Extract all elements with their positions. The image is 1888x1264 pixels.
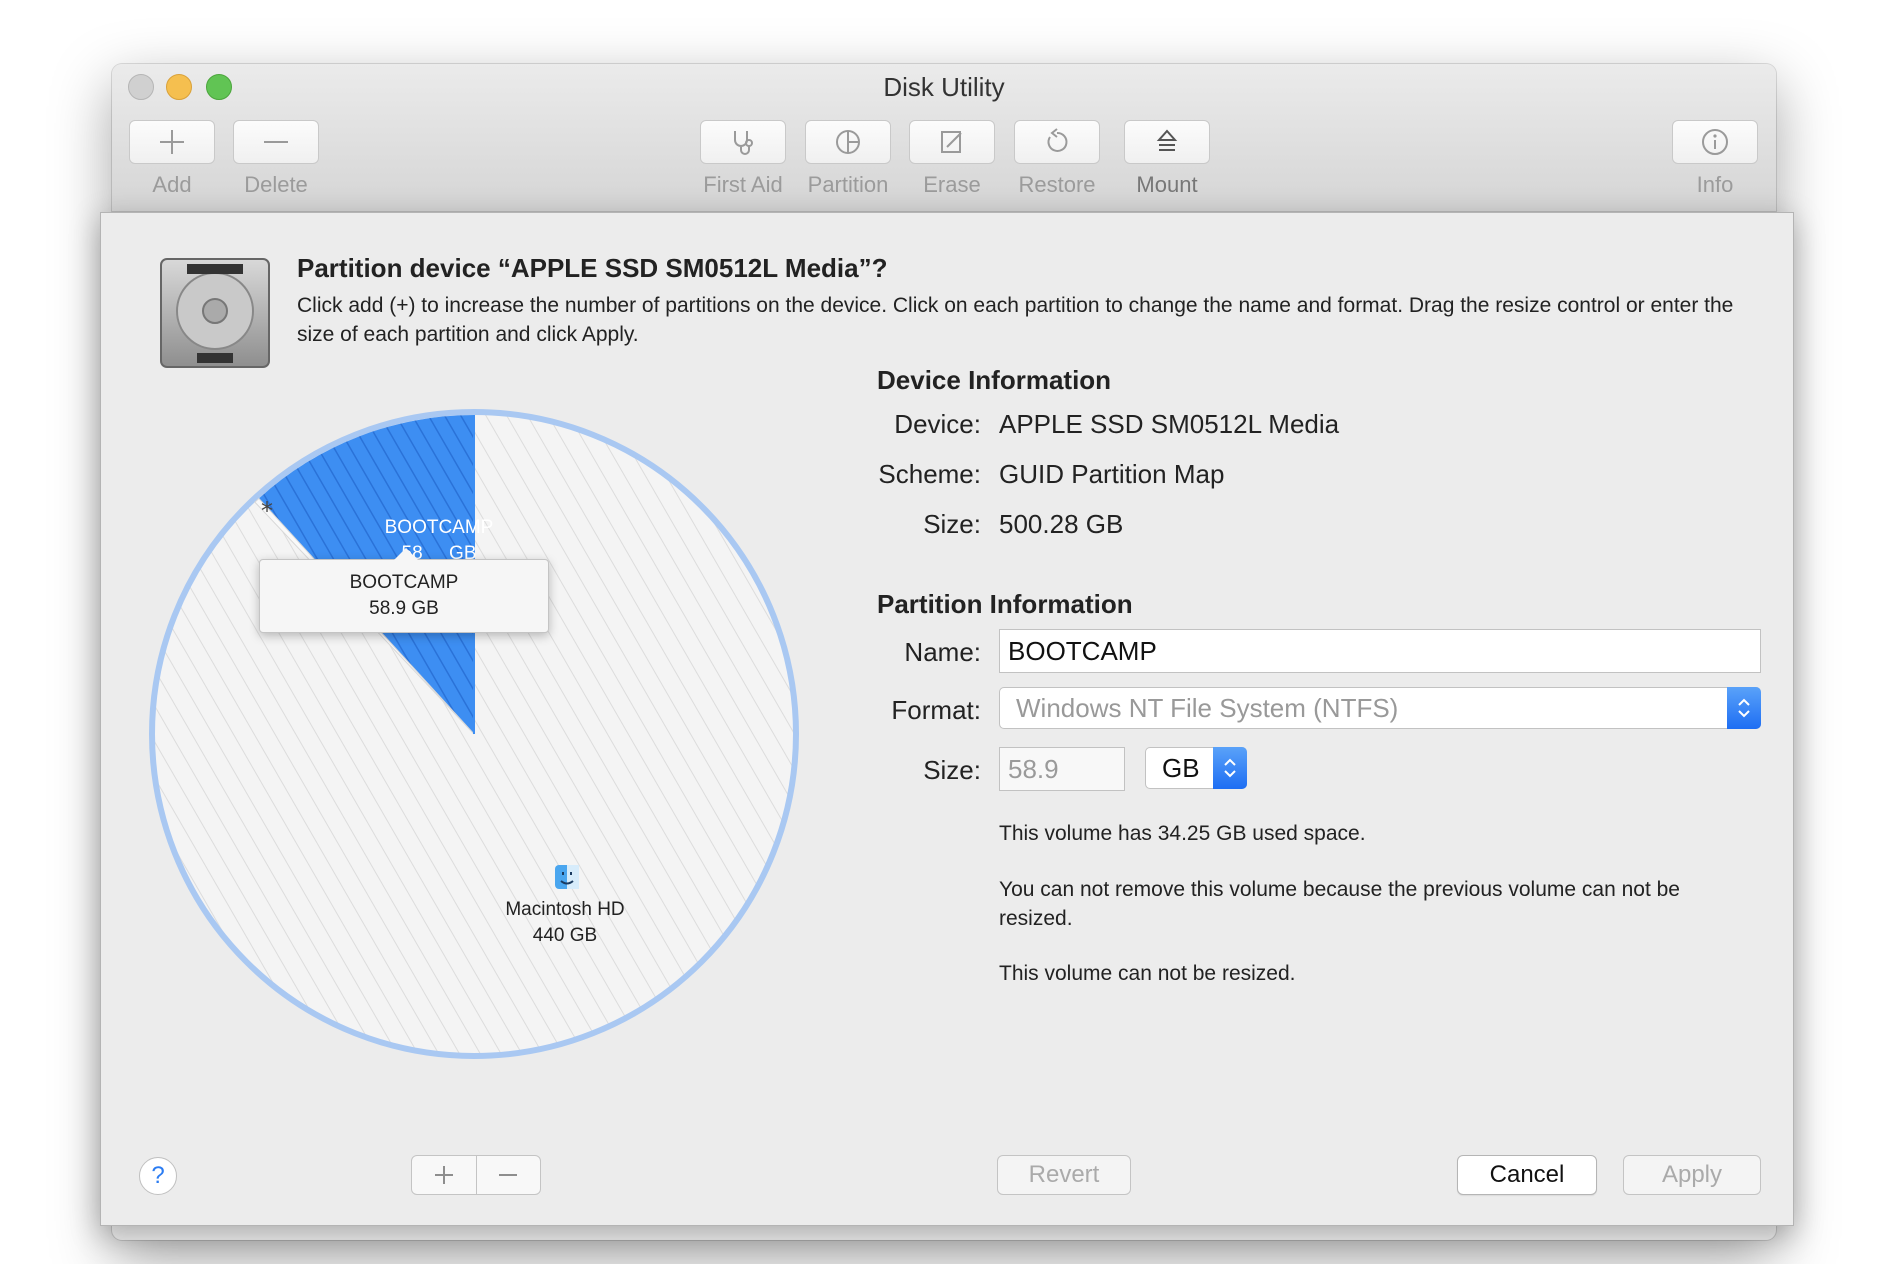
erase-label: Erase [923, 172, 981, 197]
cancel-button[interactable]: Cancel [1457, 1155, 1597, 1195]
add-partition-button[interactable] [412, 1156, 477, 1194]
add-label: Add [152, 172, 192, 197]
partition-tooltip: BOOTCAMP 58.9 GB [259, 548, 549, 633]
delete-volume-button[interactable] [233, 120, 319, 164]
used-space-note: This volume has 34.25 GB used space. [999, 822, 1366, 845]
sheet-description: Click add (+) to increase the number of … [297, 294, 1734, 346]
info-label: Info [1696, 172, 1734, 197]
free-space-marker: * [261, 497, 273, 525]
info-icon [1702, 129, 1728, 155]
device-size-label: Size: [923, 509, 981, 539]
add-volume-button[interactable] [129, 120, 215, 164]
delete-label: Delete [244, 172, 308, 197]
toolbar-partition[interactable]: Partition [805, 120, 891, 198]
help-button[interactable]: ? [139, 1157, 177, 1195]
info-button[interactable] [1672, 120, 1758, 164]
toolbar-mount[interactable]: Mount [1124, 120, 1210, 198]
partition-size-field[interactable]: 58.9 [999, 747, 1125, 791]
cannot-resize-note: This volume can not be resized. [999, 962, 1296, 985]
cannot-remove-note: You can not remove this volume because t… [999, 878, 1680, 930]
toolbar-info[interactable]: Info [1672, 120, 1758, 198]
partition-button[interactable] [805, 120, 891, 164]
device-info-heading: Device Information [877, 365, 1112, 395]
add-remove-partition-control [411, 1155, 541, 1195]
first-aid-button[interactable] [700, 120, 786, 164]
macintosh-hd-slice-label: Macintosh HD 440 GB [465, 897, 665, 949]
erase-icon [941, 131, 962, 153]
toolbar-add[interactable]: Add [129, 120, 215, 198]
window-title: Disk Utility [883, 72, 1005, 102]
format-value: Windows NT File System (NTFS) [1016, 693, 1399, 723]
scheme-value: GUID Partition Map [999, 459, 1225, 489]
title-bar: Disk Utility Add Delete First Aid Partit… [112, 64, 1776, 212]
macintosh-hd-slice-name: Macintosh HD [505, 899, 625, 920]
erase-button[interactable] [909, 120, 995, 164]
scheme-label: Scheme: [878, 459, 981, 489]
format-label: Format: [891, 695, 981, 725]
sheet-title: Partition device “APPLE SSD SM0512L Medi… [297, 253, 888, 283]
toolbar-delete[interactable]: Delete [233, 120, 319, 198]
toolbar-erase[interactable]: Erase [909, 120, 995, 198]
mount-icon [1156, 129, 1178, 151]
remove-partition-button[interactable] [477, 1156, 541, 1194]
updown-arrows-icon [1727, 687, 1761, 729]
bootcamp-slice-name: BOOTCAMP [384, 517, 494, 538]
partition-name-field[interactable]: BOOTCAMP [999, 629, 1761, 673]
restore-icon [1047, 128, 1068, 152]
size-unit-popup[interactable]: GB [1145, 747, 1247, 789]
partition-pie-chart[interactable]: * [149, 409, 799, 1059]
mount-label: Mount [1136, 172, 1198, 197]
restore-button[interactable] [1014, 120, 1100, 164]
device-size-value: 500.28 GB [999, 509, 1124, 539]
minus-icon [264, 141, 288, 143]
partition-sheet: Partition device “APPLE SSD SM0512L Medi… [100, 212, 1794, 1226]
unit-updown-arrows-icon [1213, 747, 1247, 789]
toolbar-first-aid[interactable]: First Aid [700, 120, 786, 198]
plus-icon [434, 1166, 453, 1184]
mount-button[interactable] [1124, 120, 1210, 164]
finder-icon [555, 865, 579, 889]
partition-icon [836, 130, 860, 154]
revert-button[interactable]: Revert [997, 1155, 1131, 1195]
apply-button[interactable]: Apply [1623, 1155, 1761, 1195]
first-aid-label: First Aid [703, 172, 783, 197]
partition-info-heading: Partition Information [877, 589, 1133, 619]
plus-icon [160, 130, 184, 154]
name-label: Name: [904, 637, 981, 667]
tooltip-size: 58.9 GB [369, 598, 439, 619]
macintosh-hd-slice-size: 440 GB [532, 925, 598, 946]
minus-icon [499, 1174, 518, 1176]
stethoscope-icon [734, 131, 753, 155]
partition-size-label: Size: [923, 755, 981, 785]
hard-drive-icon [160, 258, 270, 368]
toolbar-restore[interactable]: Restore [1014, 120, 1100, 198]
partition-label: Partition [807, 172, 889, 197]
format-popup[interactable]: Windows NT File System (NTFS) [999, 687, 1761, 729]
device-label: Device: [894, 409, 981, 439]
tooltip-name: BOOTCAMP [349, 572, 459, 593]
restore-label: Restore [1018, 172, 1096, 197]
size-unit-value: GB [1162, 753, 1200, 783]
device-value: APPLE SSD SM0512L Media [999, 409, 1340, 439]
